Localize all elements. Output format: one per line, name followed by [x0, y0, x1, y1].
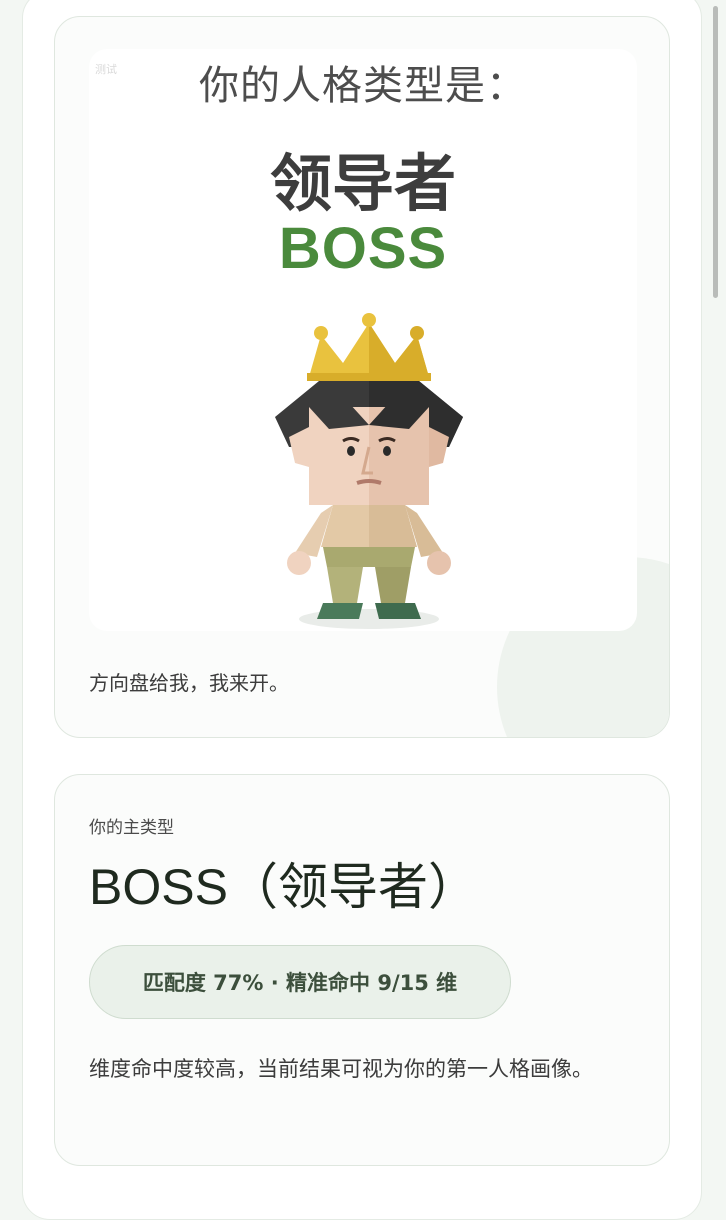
result-description: 维度命中度较高，当前结果可视为你的第一人格画像。	[89, 1057, 593, 1081]
result-card: 测试 你的人格类型是： 领导者 BOSS 方向盘给我，我来开。	[54, 16, 670, 738]
poster-type-code: BOSS	[278, 216, 448, 281]
type-tagline: 方向盘给我，我来开。	[89, 671, 289, 695]
main-type-title: BOSS（领导者）	[89, 859, 478, 915]
match-score-badge: 匹配度 77% · 精准命中 9/15 维	[89, 945, 511, 1019]
boss-character-icon	[275, 313, 463, 629]
scrollbar[interactable]	[713, 6, 718, 298]
poster-type-name: 领导者	[269, 147, 456, 220]
poster-heading: 你的人格类型是：	[199, 63, 527, 109]
summary-card: 你的主类型 BOSS（领导者） 匹配度 77% · 精准命中 9/15 维 维度…	[54, 774, 670, 1166]
main-type-label: 你的主类型	[89, 818, 174, 838]
personality-poster: 测试 你的人格类型是： 领导者 BOSS	[89, 49, 637, 631]
